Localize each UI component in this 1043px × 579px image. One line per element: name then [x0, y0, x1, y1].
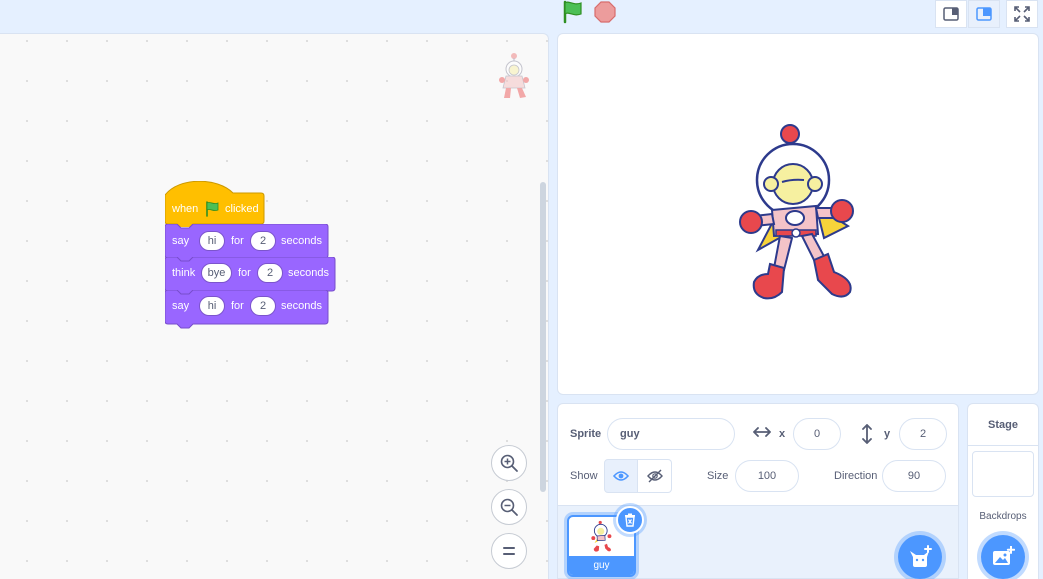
- block-verb: think: [172, 267, 196, 279]
- choose-backdrop-button[interactable]: [981, 535, 1025, 579]
- delete-sprite-button[interactable]: [616, 506, 644, 534]
- hat-when-label: when: [172, 203, 199, 215]
- y-label: y: [884, 428, 891, 440]
- seconds-input[interactable]: 2: [257, 263, 283, 283]
- block-for-label: for: [238, 267, 251, 279]
- stop-icon[interactable]: [594, 1, 616, 23]
- zoom-reset-button[interactable]: [491, 533, 527, 569]
- cat-add-icon: [910, 545, 932, 567]
- vertical-arrows-icon: [862, 424, 872, 444]
- stage-canvas[interactable]: [557, 33, 1039, 395]
- trash-icon: [625, 513, 635, 527]
- stage-pane-title: Stage: [968, 404, 1038, 446]
- sprite-label: Sprite: [570, 428, 602, 440]
- size-label: Size: [707, 470, 729, 482]
- x-position-input[interactable]: 0: [793, 418, 841, 450]
- zoom-in-icon: [500, 454, 518, 472]
- eye-slash-icon: [646, 469, 663, 483]
- backdrop-add-icon: [993, 546, 1015, 565]
- fullscreen-button[interactable]: [1006, 0, 1038, 28]
- code-area-scrollbar[interactable]: [540, 182, 546, 492]
- sprite-thumbnail: [591, 520, 612, 552]
- green-flag-icon: [206, 201, 219, 217]
- show-label: Show: [570, 470, 598, 482]
- zoom-out-icon: [500, 498, 518, 516]
- equals-icon: [503, 547, 515, 555]
- top-bar: [0, 0, 1043, 30]
- block-verb: say: [172, 300, 190, 312]
- zoom-out-button[interactable]: [491, 489, 527, 525]
- green-flag-icon[interactable]: [560, 0, 586, 24]
- block-seconds-label: seconds: [288, 267, 329, 279]
- direction-label: Direction: [834, 470, 878, 482]
- sprite-watermark-icon: [499, 53, 529, 98]
- block-seconds-label: seconds: [281, 235, 322, 247]
- hat-clicked-label: clicked: [225, 203, 259, 215]
- stage-thumbnail[interactable]: [972, 451, 1034, 497]
- hide-sprite-button[interactable]: [638, 459, 672, 493]
- backdrops-label: Backdrops: [979, 511, 1027, 522]
- eye-icon: [613, 471, 629, 481]
- code-area[interactable]: when clicked say hi for 2 seconds think …: [0, 33, 549, 579]
- sprite-tile-name: guy: [569, 556, 634, 575]
- small-stage-icon: [943, 7, 959, 21]
- normal-stage-icon: [976, 7, 992, 21]
- fullscreen-icon: [1014, 6, 1030, 22]
- y-position-input[interactable]: 2: [899, 418, 947, 450]
- block-seconds-label: seconds: [281, 300, 322, 312]
- seconds-input[interactable]: 2: [250, 296, 276, 316]
- normal-stage-mode-button[interactable]: [968, 0, 1000, 28]
- zoom-in-button[interactable]: [491, 445, 527, 481]
- sprite-info-panel: Sprite x 0 y 2 Show Size 100 Direction 9…: [557, 403, 959, 505]
- seconds-input[interactable]: 2: [250, 231, 276, 251]
- size-input[interactable]: 100: [735, 460, 799, 492]
- message-input[interactable]: hi: [199, 296, 225, 316]
- direction-input[interactable]: 90: [882, 460, 946, 492]
- small-stage-mode-button[interactable]: [935, 0, 967, 28]
- sprite-name-input[interactable]: [607, 418, 735, 450]
- message-input[interactable]: bye: [201, 263, 232, 283]
- block-for-label: for: [231, 300, 244, 312]
- horizontal-arrows-icon: [753, 427, 771, 437]
- x-label: x: [779, 428, 786, 440]
- message-input[interactable]: hi: [199, 231, 225, 251]
- block-for-label: for: [231, 235, 244, 247]
- sprite-astronaut[interactable]: [738, 122, 862, 304]
- choose-sprite-button[interactable]: [898, 535, 942, 579]
- block-verb: say: [172, 235, 190, 247]
- show-sprite-button[interactable]: [604, 459, 638, 493]
